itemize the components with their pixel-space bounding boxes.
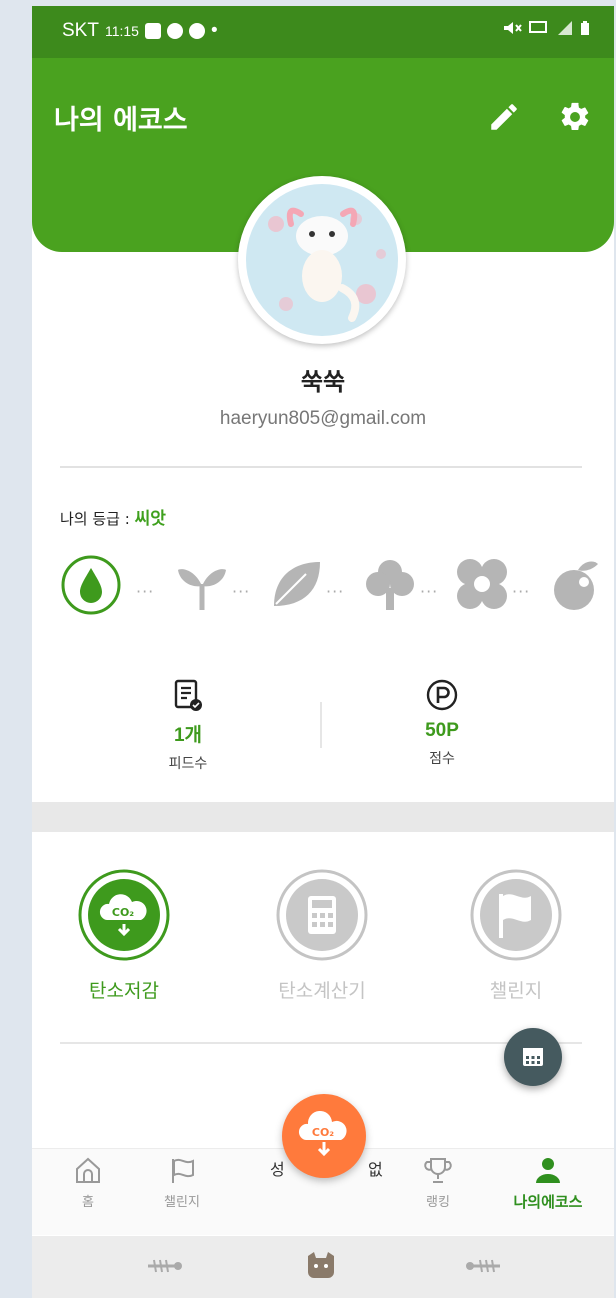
nav-home[interactable]: 홈 <box>38 1155 138 1210</box>
svg-text:CO₂: CO₂ <box>112 906 134 919</box>
nav-ranking[interactable]: 랭킹 <box>388 1155 488 1210</box>
signal-icon <box>558 21 572 35</box>
nav-challenge-label: 챌린지 <box>164 1195 200 1210</box>
tree-icon <box>360 554 420 614</box>
person-icon <box>536 1158 560 1183</box>
nav-my-ecos[interactable]: 나의에코스 <box>498 1155 598 1212</box>
points-label: 점수 <box>429 751 455 767</box>
step-dots: ··· <box>232 582 251 601</box>
recent-apps-button[interactable] <box>144 1256 184 1280</box>
nav-ranking-label: 랭킹 <box>426 1195 450 1210</box>
calendar-fab-button[interactable] <box>504 1028 562 1086</box>
pencil-icon <box>491 104 517 130</box>
home-system-button[interactable] <box>304 1250 338 1284</box>
carbon-reduction-label: 탄소저감 <box>89 980 159 1002</box>
message-notification-icon <box>188 23 205 39</box>
page-title: 나의 에코스 <box>54 105 188 136</box>
home-icon <box>76 1157 100 1183</box>
seed-drop-icon <box>60 554 121 615</box>
axolotl-avatar <box>268 207 386 322</box>
carrier-label: SKT <box>62 20 99 41</box>
gallery-notification-icon <box>144 23 161 39</box>
step-dots: ··· <box>420 582 439 601</box>
points-stat[interactable]: 50P 점수 <box>382 678 502 768</box>
gear-icon <box>561 102 589 131</box>
nickname: 쑥쑥 <box>300 368 346 396</box>
feed-count-stat[interactable]: 1개 피드수 <box>128 678 248 773</box>
fishbone-icon <box>466 1259 500 1273</box>
clock: 11:15 <box>104 23 139 39</box>
points-value: 50P <box>425 720 459 741</box>
apple-icon <box>544 554 604 614</box>
flag-icon <box>470 869 562 961</box>
mute-icon <box>504 22 522 34</box>
point-p-icon <box>426 679 458 711</box>
grade-title: 나의 등급 : <box>60 510 135 528</box>
co2-cloud-icon: CO₂ <box>298 1110 347 1157</box>
battery-icon <box>581 21 589 35</box>
feed-count-label: 피드수 <box>168 756 208 772</box>
nav-home-label: 홈 <box>82 1195 94 1210</box>
fishbone-icon <box>148 1259 182 1273</box>
calendar-icon <box>523 1048 543 1066</box>
grade-value: 씨앗 <box>134 509 166 529</box>
carbon-calculator-button[interactable]: 탄소계산기 <box>252 868 392 1003</box>
email: haeryun805@gmail.com <box>219 408 427 429</box>
avatar[interactable] <box>238 176 406 344</box>
feed-document-icon <box>174 679 202 711</box>
activity-menu: CO₂ 탄소저감 탄소계산기 챌린지 <box>32 868 614 1008</box>
feed-count-value: 1개 <box>173 725 203 746</box>
back-system-button[interactable] <box>464 1256 504 1280</box>
trophy-icon <box>424 1158 452 1183</box>
notification-dot: • <box>210 20 218 41</box>
cat-face-icon <box>308 1252 334 1278</box>
nav-challenge[interactable]: 챌린지 <box>132 1155 232 1210</box>
co2-cloud-icon: CO₂ <box>78 869 170 961</box>
app-notification-icon <box>166 23 183 39</box>
section-separator <box>32 802 614 832</box>
co2-center-button[interactable]: CO₂ <box>282 1094 366 1178</box>
flower-icon <box>452 554 512 614</box>
calculator-icon <box>276 869 368 961</box>
carbon-calculator-label: 탄소계산기 <box>278 980 366 1002</box>
step-dots: ··· <box>136 582 155 601</box>
stats-row: 1개 피드수 50P 점수 <box>32 678 614 788</box>
edit-button[interactable] <box>487 100 521 134</box>
carbon-reduction-button[interactable]: CO₂ 탄소저감 <box>54 868 194 1003</box>
grade-label: 나의 등급 : 씨앗 <box>60 504 166 529</box>
flag-icon <box>172 1158 194 1183</box>
step-dots: ··· <box>326 582 345 601</box>
sprout-icon <box>172 554 232 614</box>
status-bar: SKT 11:15 • <box>32 6 614 58</box>
svg-text:CO₂: CO₂ <box>312 1126 334 1139</box>
system-navigation-bar <box>32 1236 614 1298</box>
lte-signal-icon <box>529 21 547 33</box>
challenge-label: 챌린지 <box>489 980 543 1002</box>
divider <box>60 466 582 468</box>
step-dots: ··· <box>512 582 531 601</box>
nav-my-ecos-label: 나의에코스 <box>513 1193 583 1211</box>
phone-screen: SKT 11:15 • 나의 에코스 쑥쑥 haeryun805@gmail.c… <box>32 6 614 1298</box>
challenge-button[interactable]: 챌린지 <box>446 868 586 1003</box>
grade-steps: ··· ··· ··· ··· ··· <box>60 554 598 628</box>
leaf-icon <box>266 554 326 614</box>
stats-divider <box>320 702 322 748</box>
settings-button[interactable] <box>558 100 592 134</box>
nav-partial-label: 없 <box>368 1160 383 1179</box>
